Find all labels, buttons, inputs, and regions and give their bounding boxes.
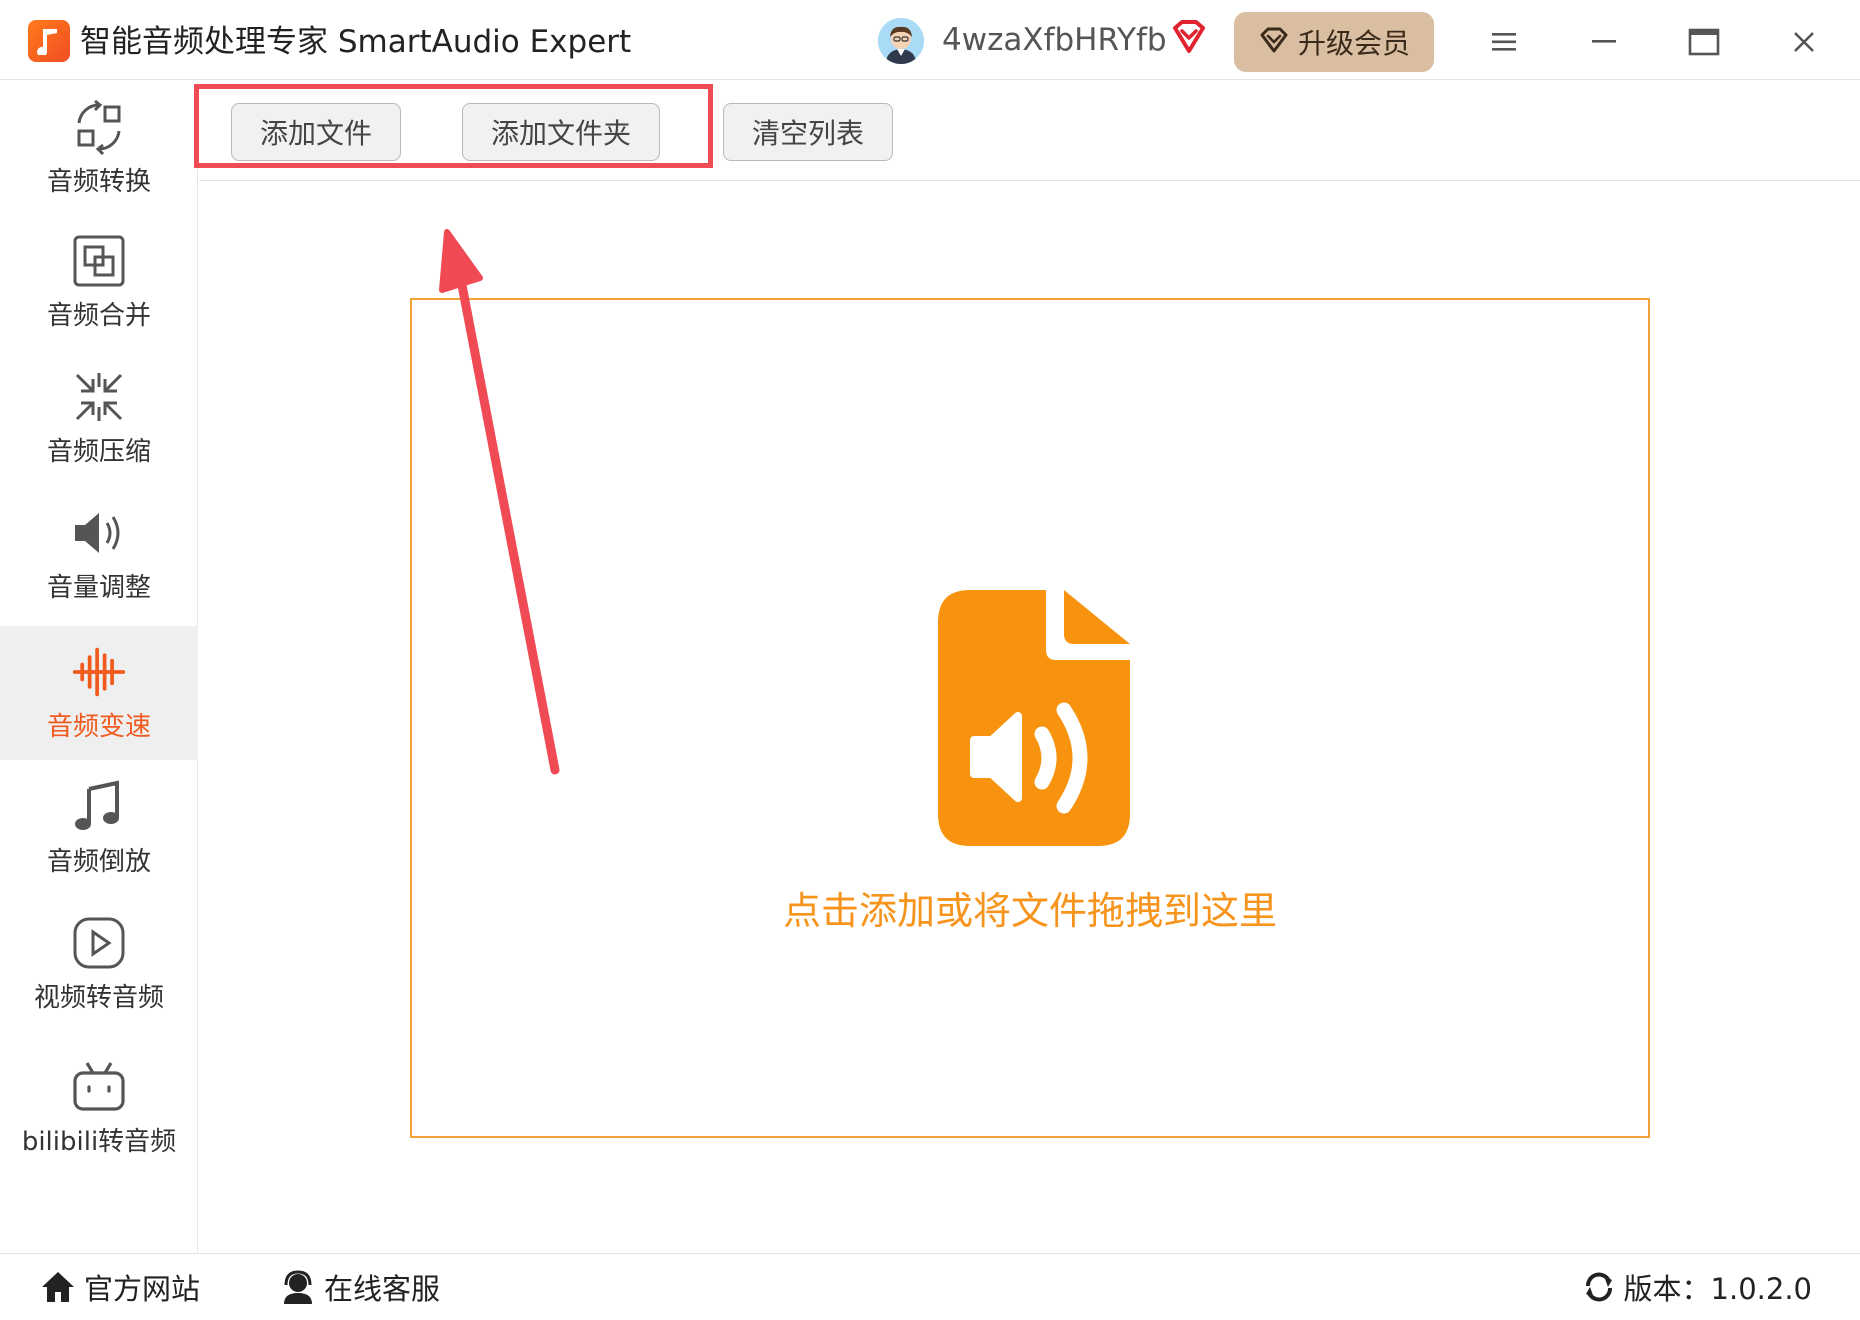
music-note-icon: [71, 779, 127, 835]
sidebar-item-label: 音频倒放: [46, 846, 151, 877]
sidebar-item-volume[interactable]: 音量调整: [0, 487, 198, 621]
upgrade-label: 升级会员: [1297, 27, 1410, 60]
minimize-icon: [1592, 40, 1616, 43]
close-button[interactable]: [1776, 14, 1832, 70]
drop-hint-text: 点击添加或将文件拖拽到这里: [782, 889, 1277, 933]
clear-list-button[interactable]: 清空列表: [723, 103, 893, 161]
version-info[interactable]: 版本：1.0.2.0: [1582, 1264, 1812, 1310]
audio-convert-icon: [71, 99, 127, 155]
bilibili-tv-icon: [71, 1059, 127, 1115]
sidebar-item-audio-merge[interactable]: 音频合并: [0, 215, 198, 349]
username[interactable]: 4wzaXfbHRYfb: [942, 20, 1167, 60]
version-label: 版本：1.0.2.0: [1623, 1272, 1812, 1306]
sidebar: 音频转换 音频合并 音频压缩 音量调整 音频变速 音频倒放 视频转音频 bili…: [0, 81, 198, 1253]
sidebar-item-audio-convert[interactable]: 音频转换: [0, 81, 198, 215]
file-drop-zone[interactable]: 点击添加或将文件拖拽到这里: [410, 298, 1650, 1138]
official-website-label: 官方网站: [84, 1272, 201, 1306]
sidebar-item-audio-compress[interactable]: 音频压缩: [0, 351, 198, 485]
hamburger-icon: [1492, 33, 1516, 51]
sidebar-item-video-to-audio[interactable]: 视频转音频: [0, 897, 198, 1031]
audio-compress-icon: [71, 369, 127, 425]
official-website-link[interactable]: 官方网站: [40, 1264, 200, 1310]
upgrade-vip-button[interactable]: 升级会员: [1234, 12, 1434, 72]
app-title: 智能音频处理专家 SmartAudio Expert: [80, 24, 632, 60]
sidebar-item-label: 视频转音频: [33, 982, 164, 1013]
refresh-icon: [1585, 1272, 1612, 1302]
sidebar-item-label: bilibili转音频: [21, 1126, 177, 1157]
menu-button[interactable]: [1476, 14, 1532, 70]
maximize-button[interactable]: [1676, 14, 1732, 70]
close-icon: [1794, 32, 1814, 52]
volume-icon: [71, 505, 127, 561]
customer-service-icon: [284, 1270, 312, 1304]
minimize-button[interactable]: [1576, 14, 1632, 70]
sidebar-item-audio-reverse[interactable]: 音频倒放: [0, 761, 198, 895]
footer: 官方网站 在线客服 版本：1.0.2.0: [0, 1253, 1860, 1320]
add-file-button[interactable]: 添加文件: [231, 103, 401, 161]
online-support-link[interactable]: 在线客服: [280, 1264, 440, 1310]
sidebar-item-label: 音频压缩: [46, 436, 151, 467]
sidebar-item-label: 音量调整: [46, 572, 151, 603]
diamond-icon: [1258, 24, 1290, 60]
maximize-icon: [1688, 28, 1720, 56]
speed-waveform-icon: [71, 644, 127, 700]
toolbar: 添加文件 添加文件夹 清空列表: [199, 81, 1860, 181]
audio-file-icon: [934, 588, 1134, 854]
online-support-label: 在线客服: [324, 1272, 441, 1306]
add-folder-button[interactable]: 添加文件夹: [462, 103, 660, 161]
title-bar: 智能音频处理专家 SmartAudio Expert 4wzaXfbHRYfb …: [0, 0, 1860, 80]
sidebar-item-label: 音频变速: [46, 711, 151, 742]
play-icon: [71, 915, 127, 971]
user-avatar[interactable]: [878, 18, 924, 64]
app-logo-icon: [28, 20, 70, 62]
audio-merge-icon: [71, 233, 127, 289]
sidebar-item-bilibili[interactable]: bilibili转音频: [0, 1041, 198, 1175]
sidebar-item-label: 音频合并: [46, 300, 151, 331]
sidebar-item-audio-speed[interactable]: 音频变速: [0, 626, 198, 760]
home-icon: [42, 1272, 74, 1302]
vip-diamond-icon: [1170, 18, 1208, 60]
sidebar-item-label: 音频转换: [46, 166, 151, 197]
